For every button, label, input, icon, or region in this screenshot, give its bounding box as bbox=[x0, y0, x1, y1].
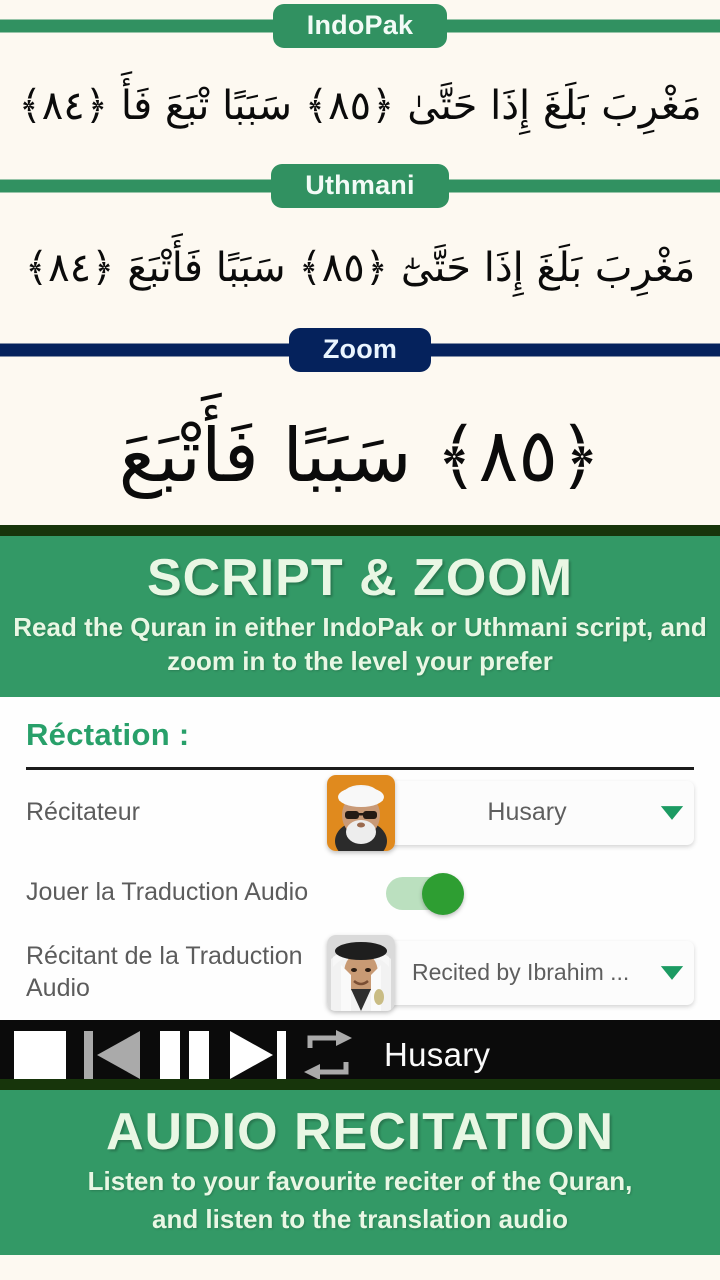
app-root: IndoPak مَغْرِبَ بَلَغَ إِذَا حَتَّىٰ ﴿٨… bbox=[0, 0, 720, 1280]
zoom-label-pill[interactable]: Zoom bbox=[288, 327, 432, 373]
audio-recitation-banner-title: AUDIO RECITATION bbox=[105, 1102, 615, 1161]
ibrahim-avatar bbox=[327, 934, 395, 1011]
reciter-label: Récitateur bbox=[26, 798, 140, 827]
chevron-down-icon[interactable] bbox=[660, 964, 694, 982]
husary-avatar bbox=[327, 774, 395, 851]
player-track-title: Husary bbox=[384, 1035, 491, 1073]
skip-previous-icon bbox=[82, 1029, 144, 1081]
audio-recitation-banner-subtitle-line2: and listen to the translation audio bbox=[151, 1204, 569, 1235]
translation-reciter-label: Récitant de la Traduction Audio bbox=[26, 942, 303, 1002]
reciter-select[interactable]: Husary bbox=[327, 774, 694, 851]
script-zoom-banner: SCRIPT & ZOOM Read the Quran in either I… bbox=[0, 525, 720, 697]
reciter-selected-value: Husary bbox=[487, 798, 567, 827]
script-zoom-banner-subtitle: Read the Quran in either IndoPak or Uthm… bbox=[13, 612, 707, 677]
play-translation-audio-label: Jouer la Traduction Audio bbox=[26, 878, 309, 907]
audio-recitation-banner-subtitle-line1: Listen to your favourite reciter of the … bbox=[87, 1165, 633, 1196]
skip-next-icon bbox=[226, 1029, 288, 1081]
pause-icon bbox=[156, 1029, 214, 1081]
stop-icon bbox=[10, 1029, 70, 1081]
script-zoom-banner-title: SCRIPT & ZOOM bbox=[146, 549, 574, 607]
translation-reciter-select[interactable]: Recited by Ibrahim ... bbox=[327, 934, 694, 1011]
chevron-down-icon[interactable] bbox=[660, 804, 694, 822]
zoom-header: Zoom bbox=[0, 324, 720, 376]
play-translation-audio-toggle[interactable] bbox=[386, 872, 464, 915]
play-translation-audio-toggle-wrap bbox=[362, 872, 694, 915]
indopak-header: IndoPak bbox=[0, 0, 720, 52]
translation-reciter-row: Récitant de la Traduction Audio Recited … bbox=[26, 934, 694, 1011]
audio-recitation-banner: AUDIO RECITATION Listen to your favourit… bbox=[0, 1078, 720, 1255]
translation-reciter-selected-value: Recited by Ibrahim ... bbox=[412, 959, 630, 986]
indopak-label-pill[interactable]: IndoPak bbox=[272, 3, 448, 49]
indopak-arabic-text: مَغْرِبَ بَلَغَ إِذَا حَتَّىٰ ﴿٨٥﴾ سَبَب… bbox=[18, 83, 702, 129]
script-preview-area: IndoPak مَغْرِبَ بَلَغَ إِذَا حَتَّىٰ ﴿٨… bbox=[0, 0, 720, 536]
uthmani-label-pill[interactable]: Uthmani bbox=[271, 163, 449, 209]
toggle-thumb bbox=[422, 872, 464, 915]
repeat-icon bbox=[300, 1029, 356, 1080]
zoom-arabic-text: ﴿٨٥﴾ سَبَبًا فَأَتْبَعَ bbox=[118, 413, 602, 499]
section-divider bbox=[26, 766, 694, 770]
recitation-section-title: Réctation : bbox=[26, 716, 190, 752]
recitation-settings-panel: Réctation : Récitateur Husary Jouer la T… bbox=[0, 696, 720, 1020]
play-translation-audio-row: Jouer la Traduction Audio bbox=[26, 856, 694, 930]
reciter-setting-row: Récitateur Husary bbox=[26, 774, 694, 851]
uthmani-arabic-text: مَغْرِبَ بَلَغَ إِذَا حَتَّىٰٓ ﴿٨٥﴾ سَبَ… bbox=[24, 245, 696, 291]
uthmani-header: Uthmani bbox=[0, 160, 720, 212]
